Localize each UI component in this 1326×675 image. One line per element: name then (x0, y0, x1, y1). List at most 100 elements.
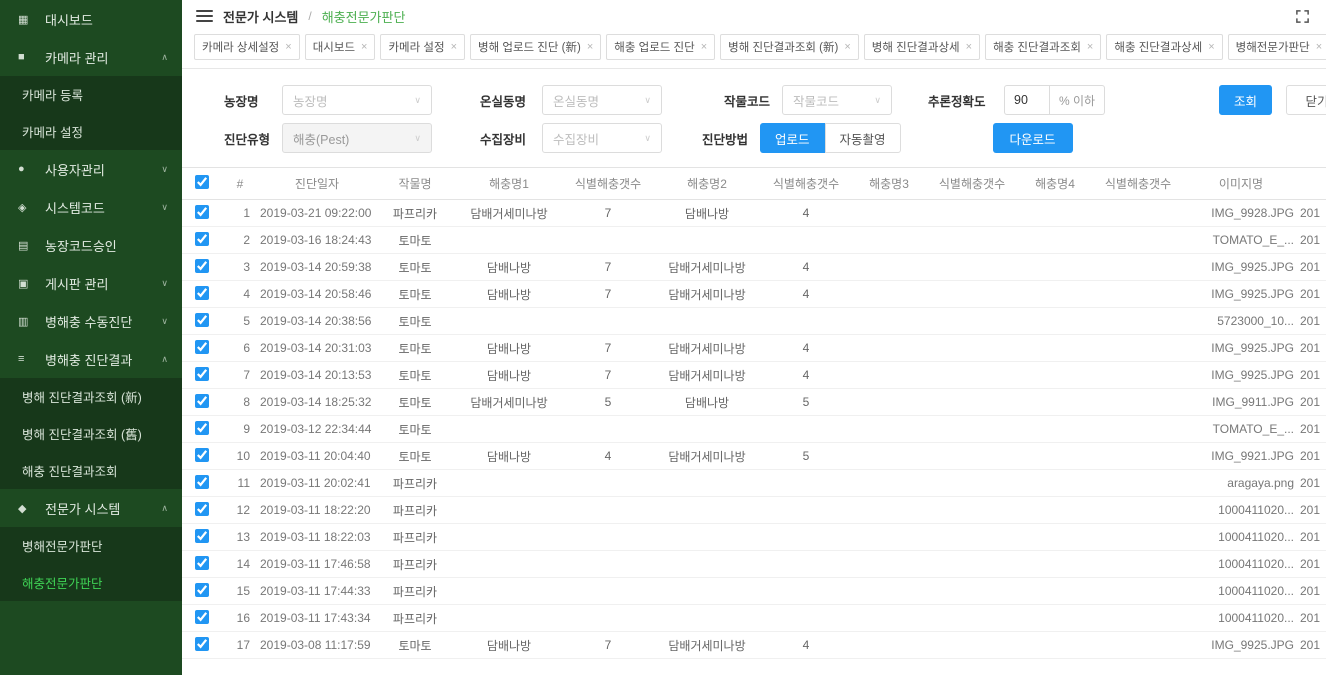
fullscreen-icon[interactable] (1295, 9, 1310, 24)
accuracy-input[interactable] (1004, 85, 1050, 115)
farm-code-icon: ▤ (18, 239, 34, 252)
cell (1094, 632, 1182, 659)
row-checkbox[interactable] (195, 232, 209, 246)
tab[interactable]: 병해 진단결과조회 (新)× (720, 34, 859, 60)
tab[interactable]: 해충 진단결과조회× (985, 34, 1101, 60)
row-checkbox[interactable] (195, 637, 209, 651)
tab-close-icon[interactable]: × (1087, 41, 1093, 53)
tab[interactable]: 카메라 설정× (380, 34, 465, 60)
cell: 5 (762, 443, 850, 470)
row-checkbox[interactable] (195, 367, 209, 381)
sidebar-item[interactable]: ◈시스템코드∨ (0, 188, 182, 226)
search-button[interactable]: 조회 (1219, 85, 1272, 115)
sidebar-item[interactable]: ■카메라 관리∧ (0, 38, 182, 76)
tab-close-icon[interactable]: × (285, 41, 291, 53)
tab-close-icon[interactable]: × (1208, 41, 1214, 53)
sidebar-item[interactable]: ◆전문가 시스템∧ (0, 489, 182, 527)
row-checkbox[interactable] (195, 610, 209, 624)
row-checkbox[interactable] (195, 502, 209, 516)
sidebar-item-label: 병해충 진단결과 (45, 350, 132, 369)
table-row: 132019-03-11 18:22:03파프리카1000411020...20… (182, 524, 1326, 551)
cell (564, 470, 652, 497)
tab-close-icon[interactable]: × (1316, 41, 1322, 53)
tab-close-icon[interactable]: × (701, 41, 707, 53)
sidebar-subitem[interactable]: 해충전문가판단 (0, 564, 182, 601)
sidebar-subitem[interactable]: 카메라 등록 (0, 76, 182, 113)
crop-select[interactable]: 작물코드 ∨ (782, 85, 892, 115)
row-checkbox[interactable] (195, 286, 209, 300)
row-checkbox[interactable] (195, 583, 209, 597)
sidebar-item-label: 사용자관리 (45, 160, 105, 179)
cell (454, 524, 564, 551)
greenhouse-select[interactable]: 온실동명 ∨ (542, 85, 662, 115)
sidebar-subitem[interactable]: 해충 진단결과조회 (0, 452, 182, 489)
row-checkbox[interactable] (195, 313, 209, 327)
sidebar-item[interactable]: ▦대시보드 (0, 0, 182, 38)
tab[interactable]: 대시보드× (305, 34, 376, 60)
dashboard-icon: ▦ (18, 13, 34, 26)
cell: 파프리카 (376, 470, 454, 497)
farm-select[interactable]: 농장명 ∨ (282, 85, 432, 115)
cell (1016, 551, 1094, 578)
cell (1094, 362, 1182, 389)
cell: 2019-03-14 20:31:03 (258, 335, 376, 362)
diagnosis-type-select[interactable]: 해충(Pest) ∨ (282, 123, 432, 153)
download-button[interactable]: 다운로드 (993, 123, 1073, 153)
greenhouse-filter: 온실동명 온실동명 ∨ (480, 85, 662, 115)
sidebar-subitem[interactable]: 카메라 설정 (0, 113, 182, 150)
tab-close-icon[interactable]: × (361, 41, 367, 53)
cell (928, 362, 1016, 389)
row-checkbox-cell (182, 335, 222, 362)
cell: 7 (564, 335, 652, 362)
method-upload-button[interactable]: 업로드 (760, 123, 825, 153)
tab[interactable]: 해충 진단결과상세× (1106, 34, 1222, 60)
diagnosis-type-label: 진단유형 (224, 129, 282, 148)
filter-panel: 농장명 농장명 ∨ 온실동명 온실동명 ∨ 작물코드 작물 (182, 69, 1326, 167)
sidebar-subitem[interactable]: 병해전문가판단 (0, 527, 182, 564)
chevron-up-icon: ∧ (161, 52, 168, 63)
tab[interactable]: 병해전문가판단× (1228, 34, 1326, 60)
sidebar-subitem[interactable]: 병해 진단결과조회 (舊) (0, 415, 182, 452)
cell (762, 470, 850, 497)
tab-close-icon[interactable]: × (966, 41, 972, 53)
row-checkbox[interactable] (195, 394, 209, 408)
row-checkbox[interactable] (195, 259, 209, 273)
row-checkbox[interactable] (195, 340, 209, 354)
sidebar-item[interactable]: ▣게시판 관리∨ (0, 264, 182, 302)
table-row: 32019-03-14 20:59:38토마토담배나방7담배거세미나방4IMG_… (182, 254, 1326, 281)
cell: 2019-03-14 20:59:38 (258, 254, 376, 281)
column-header-clipped (1300, 168, 1326, 200)
row-checkbox-cell (182, 605, 222, 632)
sidebar-item[interactable]: ▤농장코드승인 (0, 226, 182, 264)
sidebar-item[interactable]: ▥병해충 수동진단∨ (0, 302, 182, 340)
select-all-checkbox[interactable] (195, 175, 209, 189)
cell: IMG_9911.JPG (1182, 389, 1300, 416)
cell (850, 524, 928, 551)
tab[interactable]: 해충 업로드 진단× (606, 34, 715, 60)
cell (652, 308, 762, 335)
sidebar-item[interactable]: ●사용자관리∨ (0, 150, 182, 188)
tab[interactable]: 병해 진단결과상세× (864, 34, 980, 60)
menu-toggle-icon[interactable] (196, 10, 213, 22)
cell: 담배나방 (454, 632, 564, 659)
row-checkbox[interactable] (195, 475, 209, 489)
sidebar-subitem[interactable]: 병해 진단결과조회 (新) (0, 378, 182, 415)
row-checkbox[interactable] (195, 556, 209, 570)
row-checkbox[interactable] (195, 529, 209, 543)
sidebar-item[interactable]: ≡병해충 진단결과∧ (0, 340, 182, 378)
tab[interactable]: 병해 업로드 진단 (新)× (470, 34, 601, 60)
breadcrumb-root: 전문가 시스템 (223, 7, 298, 26)
close-button[interactable]: 닫기 (1286, 85, 1326, 115)
cell (454, 497, 564, 524)
row-checkbox[interactable] (195, 448, 209, 462)
row-checkbox[interactable] (195, 205, 209, 219)
tab-close-icon[interactable]: × (587, 41, 593, 53)
tab-close-icon[interactable]: × (844, 41, 850, 53)
column-header: 작물명 (376, 168, 454, 200)
row-checkbox[interactable] (195, 421, 209, 435)
device-select[interactable]: 수집장비 ∨ (542, 123, 662, 153)
method-auto-button[interactable]: 자동촬영 (825, 123, 901, 153)
tab[interactable]: 카메라 상세설정× (194, 34, 300, 60)
tab-close-icon[interactable]: × (451, 41, 457, 53)
cell: 2019-03-11 17:43:34 (258, 605, 376, 632)
